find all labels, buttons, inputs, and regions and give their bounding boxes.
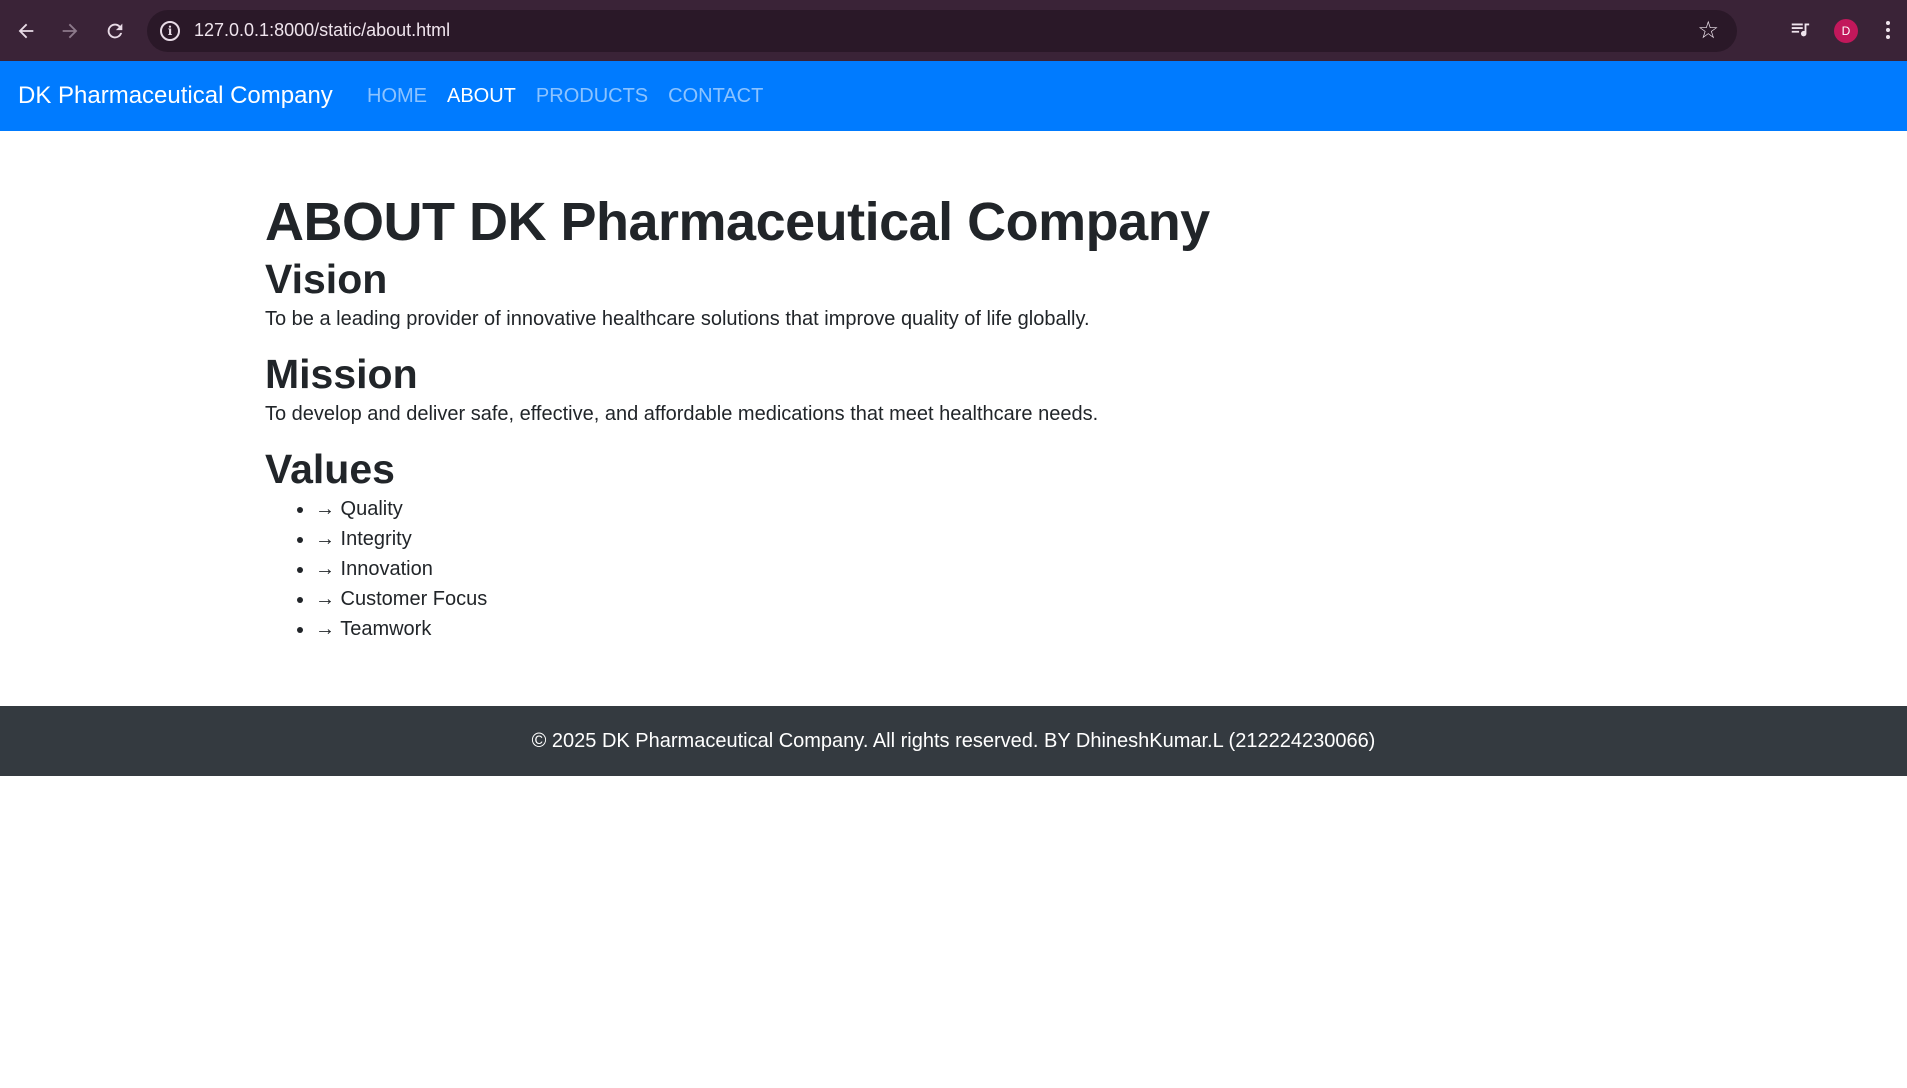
main-content: ABOUT DK Pharmaceutical Company Vision T… — [265, 190, 1405, 644]
list-item: → Innovation — [315, 554, 1405, 584]
avatar[interactable]: D — [1834, 19, 1858, 43]
values-list: → Quality → Integrity → Innovation → Cus… — [265, 494, 1405, 644]
nav-contact[interactable]: CONTACT — [668, 85, 763, 108]
vision-heading: Vision — [265, 255, 388, 302]
reload-icon[interactable] — [101, 12, 129, 49]
footer-text: © 2025 DK Pharmaceutical Company. All ri… — [531, 729, 1376, 752]
list-item: → Integrity — [315, 524, 1405, 554]
address-bar[interactable]: i 127.0.0.1:8000/static/about.html ☆ — [147, 10, 1737, 52]
forward-arrow-icon[interactable] — [56, 12, 84, 49]
info-icon[interactable]: i — [160, 21, 180, 41]
nav-links: HOME ABOUT PRODUCTS CONTACT — [367, 85, 783, 108]
list-item: → Customer Focus — [315, 584, 1405, 614]
nav-about[interactable]: ABOUT — [447, 85, 516, 108]
back-arrow-icon[interactable] — [12, 12, 40, 49]
menu-kebab-icon[interactable] — [1884, 18, 1892, 47]
vision-text: To be a leading provider of innovative h… — [265, 307, 1090, 330]
bookmark-star-icon[interactable]: ☆ — [1697, 16, 1719, 45]
reading-list-icon[interactable] — [1789, 18, 1811, 45]
nav-home[interactable]: HOME — [367, 85, 427, 108]
nav-products[interactable]: PRODUCTS — [536, 85, 648, 108]
list-item: → Quality — [315, 494, 1405, 524]
url-text[interactable]: 127.0.0.1:8000/static/about.html — [194, 20, 450, 41]
values-heading: Values — [265, 446, 395, 493]
list-item: → Teamwork — [315, 614, 1405, 644]
site-navbar: DK Pharmaceutical Company HOME ABOUT PRO… — [0, 61, 1907, 131]
page-title: ABOUT DK Pharmaceutical Company — [265, 192, 1210, 252]
brand-link[interactable]: DK Pharmaceutical Company — [18, 82, 333, 110]
browser-toolbar: i 127.0.0.1:8000/static/about.html ☆ D — [0, 0, 1907, 61]
mission-text: To develop and deliver safe, effective, … — [265, 403, 1099, 426]
mission-heading: Mission — [265, 350, 418, 397]
site-footer: © 2025 DK Pharmaceutical Company. All ri… — [0, 706, 1907, 776]
